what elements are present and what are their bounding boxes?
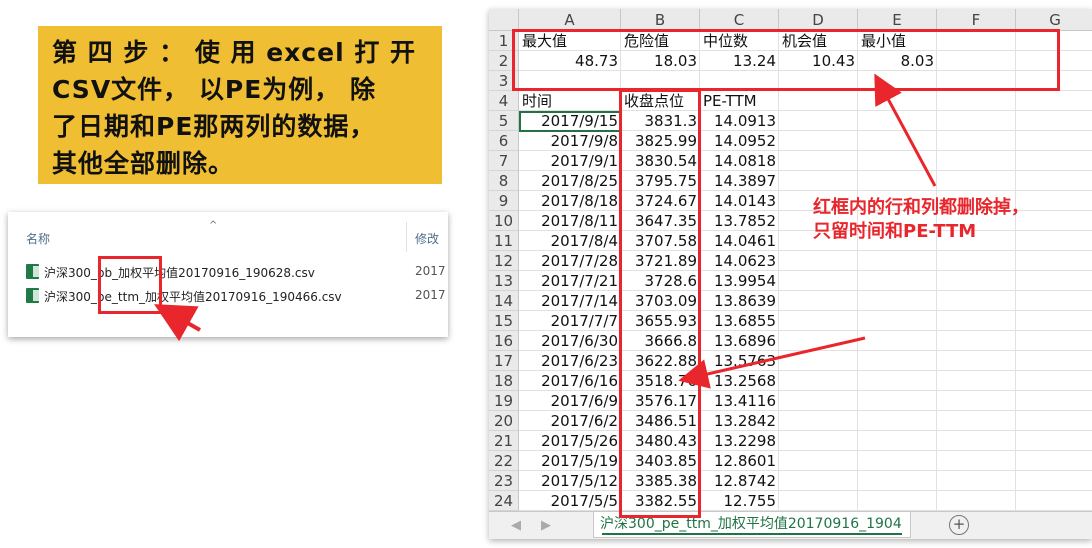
arrow-to-column <box>678 336 866 389</box>
arrow-to-rows <box>874 73 937 187</box>
annotation-arrows <box>154 73 937 389</box>
arrow-to-filename <box>154 304 201 342</box>
